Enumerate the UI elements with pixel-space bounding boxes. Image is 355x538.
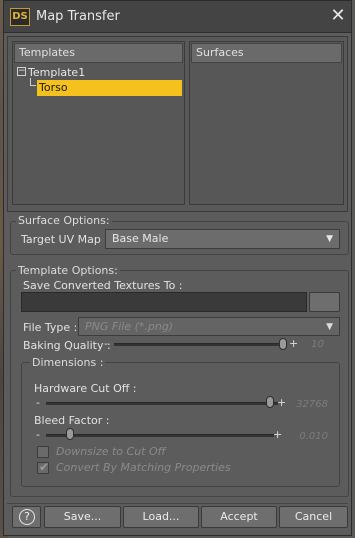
tree-item-template1[interactable]: Template1	[28, 66, 85, 79]
chevron-down-icon: ▼	[326, 234, 333, 244]
bleed-factor-plus[interactable]: +	[273, 428, 282, 441]
templates-header: Templates	[14, 43, 183, 63]
save-path-field[interactable]	[21, 292, 307, 312]
save-button[interactable]: Save...	[44, 506, 121, 528]
bleed-factor-minus[interactable]: -	[36, 428, 40, 441]
baking-quality-value: 10	[311, 339, 324, 350]
file-type-value: PNG File (*.png)	[85, 320, 174, 333]
map-transfer-dialog: DS Map Transfer ✕ Templates − Template1 …	[3, 0, 352, 536]
hardware-cutoff-minus[interactable]: -	[36, 396, 40, 409]
hardware-cutoff-handle[interactable]	[266, 396, 274, 408]
convert-matching-checkbox[interactable]	[37, 460, 49, 474]
bleed-factor-value: 0.010	[299, 431, 328, 442]
hardware-cutoff-plus[interactable]: +	[277, 396, 286, 409]
save-textures-label: Save Converted Textures To :	[23, 279, 183, 292]
template-options-label: Template Options:	[16, 264, 120, 277]
templates-pane: Templates − Template1 Torso	[12, 41, 185, 205]
tree-expand-icon[interactable]: −	[17, 67, 26, 76]
tree-connector	[30, 78, 36, 86]
window-title: Map Transfer	[36, 9, 120, 24]
convert-matching-label: Convert By Matching Properties	[56, 461, 231, 474]
help-button[interactable]: ?	[12, 506, 41, 528]
cancel-button[interactable]: Cancel	[279, 506, 348, 528]
app-logo: DS	[10, 8, 30, 26]
file-type-label: File Type :	[23, 321, 78, 334]
file-type-select[interactable]: PNG File (*.png) ▼	[78, 317, 340, 336]
downsize-checkbox[interactable]	[37, 446, 49, 458]
surfaces-header: Surfaces	[191, 43, 342, 63]
chevron-down-icon: ▼	[326, 322, 333, 332]
baking-quality-track[interactable]	[114, 343, 284, 346]
hardware-cutoff-value: 32768	[296, 399, 328, 410]
title-bar: DS Map Transfer ✕	[4, 1, 351, 33]
baking-quality-label: Baking Quality :	[23, 339, 111, 352]
baking-quality-minus[interactable]: -	[104, 337, 108, 350]
load-button[interactable]: Load...	[123, 506, 199, 528]
bleed-factor-track[interactable]	[46, 434, 274, 437]
tree-item-torso[interactable]: Torso	[37, 80, 182, 96]
surfaces-pane: Surfaces	[189, 41, 344, 205]
hardware-cutoff-label: Hardware Cut Off :	[34, 382, 137, 395]
accept-button[interactable]: Accept	[201, 506, 277, 528]
close-icon[interactable]: ✕	[328, 6, 348, 26]
browse-button[interactable]	[309, 292, 340, 312]
dimensions-label: Dimensions :	[30, 356, 106, 369]
hardware-cutoff-track[interactable]	[46, 402, 278, 405]
downsize-label: Downsize to Cut Off	[56, 445, 166, 458]
target-uv-value: Base Male	[112, 232, 169, 245]
baking-quality-handle[interactable]	[279, 338, 287, 350]
target-uv-select[interactable]: Base Male ▼	[105, 229, 340, 249]
baking-quality-plus[interactable]: +	[289, 337, 298, 350]
help-icon: ?	[19, 509, 35, 525]
bleed-factor-handle[interactable]	[66, 428, 74, 440]
target-uv-label: Target UV Map :	[21, 233, 109, 246]
surface-options-label: Surface Options:	[16, 214, 112, 227]
bleed-factor-label: Bleed Factor :	[34, 414, 110, 427]
